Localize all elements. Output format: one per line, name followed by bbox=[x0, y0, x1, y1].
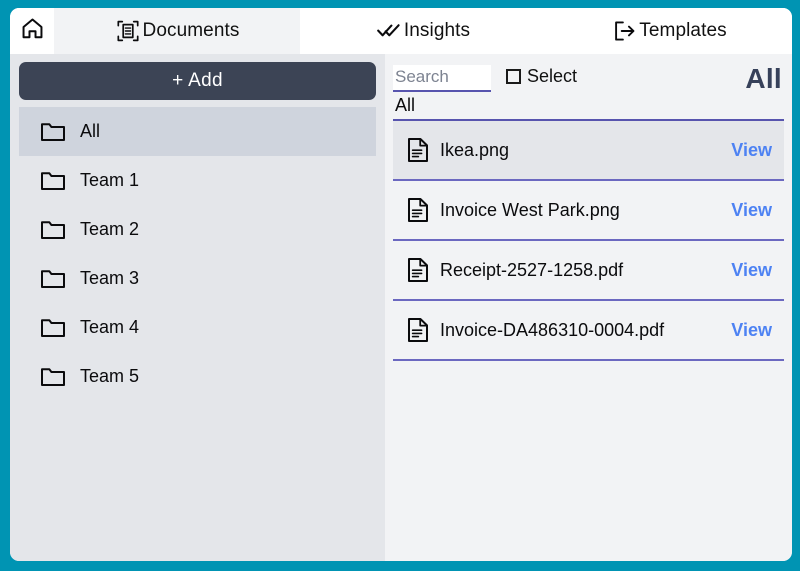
file-name: Ikea.png bbox=[440, 139, 510, 160]
sidebar-item-team-2[interactable]: Team 2 bbox=[19, 205, 376, 254]
file-list: Ikea.png View Invoice West Park.png View… bbox=[393, 121, 784, 361]
search-row: Select All bbox=[393, 54, 784, 94]
home-icon bbox=[20, 16, 45, 46]
search-input[interactable] bbox=[393, 64, 491, 92]
sidebar-item-label: All bbox=[80, 121, 101, 141]
tab-label-templates: Templates bbox=[639, 19, 727, 41]
app-frame: Documents Insights Templates + Add All T… bbox=[0, 0, 800, 571]
file-name: Receipt-2527-1258.pdf bbox=[440, 259, 624, 280]
sidebar-item-team-3[interactable]: Team 3 bbox=[19, 254, 376, 303]
sidebar-item-all[interactable]: All bbox=[19, 107, 376, 156]
sidebar-item-label: Team 3 bbox=[80, 268, 140, 288]
file-row[interactable]: Invoice West Park.png View bbox=[393, 181, 784, 241]
sidebar-item-team-4[interactable]: Team 4 bbox=[19, 303, 376, 352]
tab-insights[interactable]: Insights bbox=[300, 8, 546, 54]
file-row[interactable]: Invoice-DA486310-0004.pdf View bbox=[393, 301, 784, 361]
body-split: + Add All Team 1 Team 2 Team 3 Team 4 Te… bbox=[10, 54, 792, 561]
folder-icon bbox=[40, 317, 66, 339]
tab-bar: Documents Insights Templates bbox=[10, 8, 792, 54]
document-scan-icon bbox=[115, 18, 141, 44]
select-checkbox[interactable] bbox=[506, 69, 521, 84]
folders-sidebar: + Add All Team 1 Team 2 Team 3 Team 4 Te… bbox=[10, 54, 385, 561]
view-link[interactable]: View bbox=[731, 260, 778, 281]
app-window: Documents Insights Templates + Add All T… bbox=[10, 8, 792, 561]
folder-icon bbox=[40, 219, 66, 241]
add-folder-button[interactable]: + Add bbox=[19, 62, 376, 100]
sidebar-item-label: Team 4 bbox=[80, 317, 140, 337]
folder-list: All Team 1 Team 2 Team 3 Team 4 Team 5 bbox=[19, 107, 376, 401]
export-arrow-icon bbox=[611, 18, 637, 44]
sidebar-item-label: Team 2 bbox=[80, 219, 140, 239]
folder-icon bbox=[40, 268, 66, 290]
folder-icon bbox=[40, 121, 66, 143]
tab-label-documents: Documents bbox=[142, 19, 240, 41]
scope-title: All bbox=[745, 63, 782, 94]
folder-icon bbox=[40, 366, 66, 388]
file-name: Invoice West Park.png bbox=[440, 199, 620, 220]
double-check-icon bbox=[376, 18, 402, 44]
sidebar-item-team-5[interactable]: Team 5 bbox=[19, 352, 376, 401]
file-name: Invoice-DA486310-0004.pdf bbox=[440, 319, 665, 340]
tab-label-insights: Insights bbox=[403, 19, 471, 41]
file-icon bbox=[407, 317, 429, 343]
tab-documents[interactable]: Documents bbox=[54, 8, 300, 54]
documents-panel: Select All All Ikea bbox=[385, 54, 792, 561]
sidebar-item-label: Team 1 bbox=[80, 170, 140, 190]
file-row[interactable]: Receipt-2527-1258.pdf View bbox=[393, 241, 784, 301]
home-button[interactable] bbox=[10, 8, 54, 54]
sidebar-item-label: Team 5 bbox=[80, 366, 140, 386]
file-icon bbox=[407, 197, 429, 223]
select-toggle[interactable]: Select bbox=[506, 66, 577, 90]
file-icon bbox=[407, 257, 429, 283]
file-row[interactable]: Ikea.png View bbox=[393, 121, 784, 181]
view-link[interactable]: View bbox=[731, 200, 778, 221]
view-link[interactable]: View bbox=[731, 320, 778, 341]
tab-templates[interactable]: Templates bbox=[546, 8, 792, 54]
view-link[interactable]: View bbox=[731, 140, 778, 161]
folder-icon bbox=[40, 170, 66, 192]
breadcrumb: All bbox=[393, 94, 784, 121]
sidebar-item-team-1[interactable]: Team 1 bbox=[19, 156, 376, 205]
select-label: Select bbox=[527, 66, 578, 86]
file-icon bbox=[407, 137, 429, 163]
